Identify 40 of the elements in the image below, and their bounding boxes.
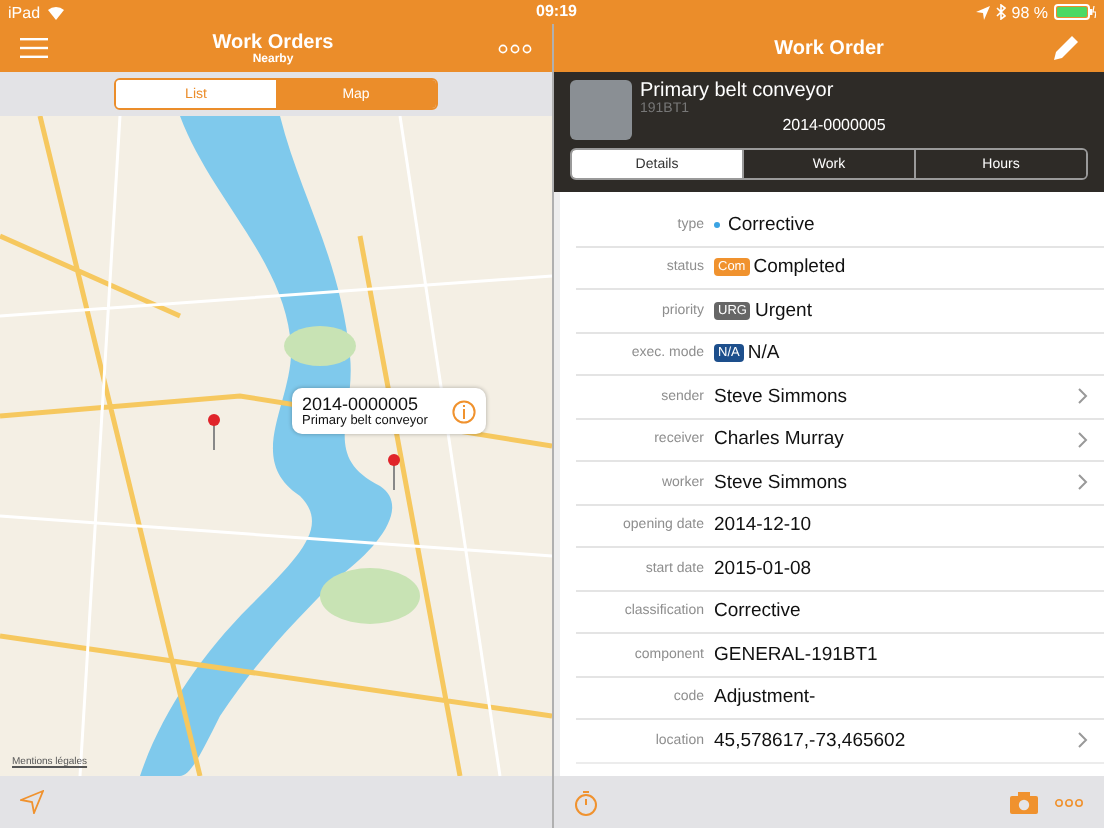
field-value: N/A <box>747 342 780 365</box>
more-icon[interactable] <box>497 43 532 53</box>
nav-title: Work Order <box>774 37 884 59</box>
location-arrow-icon <box>975 5 990 19</box>
device-name: iPad <box>8 3 41 21</box>
location-arrow-icon[interactable] <box>20 790 44 814</box>
field-value: GENERAL-191BT1 <box>714 643 878 666</box>
stopwatch-icon[interactable] <box>574 789 598 815</box>
chevron-icon[interactable] <box>1078 431 1088 448</box>
field-value: Steve Simmons <box>714 385 848 408</box>
bluetooth-icon <box>995 4 1006 20</box>
field-value: Corrective <box>728 213 815 236</box>
more-icon[interactable] <box>1054 797 1084 807</box>
field-value: 45,578617,-73,465602 <box>714 729 906 752</box>
field-value: Charles Murray <box>714 428 844 451</box>
menu-icon[interactable] <box>20 38 48 58</box>
field-value: Adjustment- <box>714 686 816 709</box>
chevron-icon[interactable] <box>1078 732 1088 749</box>
field-value: 2014-12-10 <box>714 514 812 537</box>
chevron-icon[interactable] <box>1078 474 1088 491</box>
map-pin-icon[interactable] <box>388 454 400 490</box>
camera-icon[interactable] <box>1010 791 1038 813</box>
chevron-icon[interactable] <box>1078 388 1088 405</box>
battery-percent: 98 % <box>1011 3 1048 21</box>
clock: 09:19 <box>536 2 577 20</box>
nav-title: Work Orders <box>212 31 334 53</box>
field-value: Corrective <box>714 600 801 623</box>
field-value: 2015-01-08 <box>714 557 812 580</box>
field-value: Completed <box>753 256 846 279</box>
photo-placeholder <box>570 80 632 140</box>
field-value: Urgent <box>754 299 812 322</box>
field-value: Steve Simmons <box>714 471 848 494</box>
wifi-icon <box>46 4 67 20</box>
asset-name: Primary belt conveyor <box>640 80 836 102</box>
work-order-number: 2014-0000005 <box>780 116 888 134</box>
map-pin-icon[interactable] <box>208 414 220 450</box>
info-icon[interactable] <box>451 399 476 423</box>
battery-icon <box>1054 4 1096 20</box>
pencil-icon[interactable] <box>1052 34 1080 62</box>
callout-number: 2014-0000005 <box>302 394 421 414</box>
